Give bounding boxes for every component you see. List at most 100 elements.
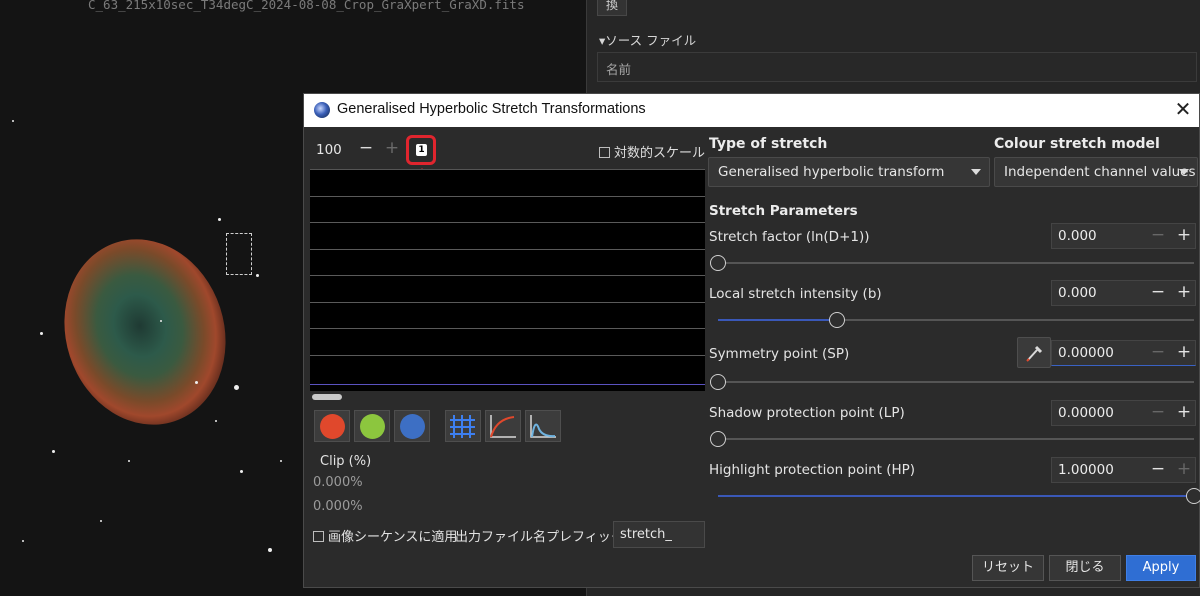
red-channel-button[interactable] <box>314 410 350 442</box>
eyedropper-button[interactable] <box>1017 337 1051 368</box>
stretch-factor-slider[interactable] <box>710 255 1194 271</box>
slider-handle[interactable] <box>710 374 726 390</box>
histogram-toggle-button[interactable] <box>525 410 561 442</box>
image-filename: C_63_215x10sec_T34degC_2024-08-08_Crop_G… <box>88 0 525 12</box>
grid-line <box>310 355 705 356</box>
checkbox-box[interactable] <box>599 147 610 158</box>
grid-line <box>310 249 705 250</box>
star <box>12 120 14 122</box>
shadow-protection-value[interactable]: 0.00000 <box>1058 405 1114 421</box>
star <box>160 320 162 322</box>
histogram-icon <box>530 415 556 438</box>
decrement-button[interactable]: − <box>1149 341 1167 365</box>
local-intensity-spinbox[interactable]: 0.000 − + <box>1051 280 1196 306</box>
file-list-header: 名前 <box>597 52 1197 82</box>
chevron-down-icon <box>1179 169 1189 175</box>
slider-handle[interactable] <box>710 431 726 447</box>
output-prefix-input[interactable]: stretch_ <box>613 521 705 548</box>
green-channel-button[interactable] <box>354 410 390 442</box>
name-column-header[interactable]: 名前 <box>606 59 631 78</box>
reset-button[interactable]: リセット <box>972 555 1044 581</box>
increment-button[interactable]: + <box>1175 281 1193 305</box>
type-of-stretch-value: Generalised hyperbolic transform <box>718 164 945 180</box>
curve-toggle-button[interactable] <box>485 410 521 442</box>
slider-fill <box>718 319 837 321</box>
grid-line <box>310 302 705 303</box>
apply-sequence-checkbox[interactable]: 画像シーケンスに適用 <box>313 526 457 545</box>
log-scale-checkbox[interactable]: 対数的スケール <box>599 142 705 161</box>
symmetry-point-label: Symmetry point (SP) <box>709 346 850 362</box>
increment-button[interactable]: + <box>1175 401 1193 425</box>
star <box>280 460 282 462</box>
stretch-factor-spinbox[interactable]: 0.000 − + <box>1051 223 1196 249</box>
star <box>195 381 198 384</box>
grid-line <box>310 328 705 329</box>
star <box>215 420 217 422</box>
highlight-protection-label: Highlight protection point (HP) <box>709 462 916 478</box>
app-icon <box>314 102 330 118</box>
star <box>268 548 272 552</box>
local-intensity-value[interactable]: 0.000 <box>1058 285 1097 301</box>
colour-model-select[interactable]: Independent channel values <box>994 157 1198 187</box>
source-files-section[interactable]: ▾ソース ファイル <box>599 30 696 49</box>
green-dot-icon <box>360 414 385 439</box>
panel-tab[interactable]: 換 <box>597 0 627 16</box>
highlight-protection-value[interactable]: 1.00000 <box>1058 462 1114 478</box>
symmetry-point-slider[interactable] <box>710 374 1194 390</box>
chevron-down-icon <box>971 169 981 175</box>
histogram-scrollbar[interactable] <box>312 394 342 400</box>
shadow-protection-spinbox[interactable]: 0.00000 − + <box>1051 400 1196 426</box>
local-intensity-slider[interactable] <box>718 312 1194 328</box>
increment-button[interactable]: + <box>1175 458 1193 482</box>
highlight-protection-slider[interactable] <box>718 488 1200 504</box>
red-dot-icon <box>320 414 345 439</box>
apply-sequence-label: 画像シーケンスに適用 <box>328 530 458 545</box>
star <box>100 520 102 522</box>
close-button[interactable]: 閉じる <box>1049 555 1121 581</box>
close-icon[interactable]: ✕ <box>1167 94 1199 127</box>
stretch-parameters-header: Stretch Parameters <box>709 203 858 219</box>
apply-button[interactable]: Apply <box>1126 555 1196 581</box>
histogram-plot[interactable] <box>310 169 705 391</box>
highlight-protection-spinbox[interactable]: 1.00000 − + <box>1051 457 1196 483</box>
ght-dialog: Generalised Hyperbolic Stretch Transform… <box>303 93 1200 588</box>
star <box>52 450 55 453</box>
eyedropper-icon <box>1026 345 1043 362</box>
blue-channel-button[interactable] <box>394 410 430 442</box>
grid-toggle-button[interactable] <box>445 410 481 442</box>
clip-low-value: 0.000% <box>313 475 363 490</box>
histogram-zoom-value[interactable]: 100 <box>316 142 342 158</box>
log-scale-label: 対数的スケール <box>614 146 706 161</box>
colour-model-header: Colour stretch model <box>994 136 1160 152</box>
increment-button[interactable]: + <box>1175 224 1193 248</box>
blue-dot-icon <box>400 414 425 439</box>
checkbox-box[interactable] <box>313 531 324 542</box>
symmetry-point-spinbox[interactable]: 0.00000 − + <box>1051 340 1196 366</box>
grid-line <box>310 275 705 276</box>
slider-handle[interactable] <box>1186 488 1200 504</box>
decrement-button[interactable]: − <box>1149 224 1167 248</box>
star <box>22 540 24 542</box>
slider-fill <box>718 495 1194 497</box>
decrement-button[interactable]: − <box>1149 458 1167 482</box>
curve-icon <box>490 415 516 438</box>
increment-button[interactable]: + <box>1175 341 1193 365</box>
symmetry-point-value[interactable]: 0.00000 <box>1058 345 1114 361</box>
zoom-reset-button[interactable]: 1 <box>416 144 427 156</box>
zoom-in-button[interactable]: + <box>382 138 402 160</box>
selection-rectangle[interactable] <box>226 233 252 275</box>
stretch-factor-label: Stretch factor (ln(D+1)) <box>709 229 870 245</box>
type-of-stretch-select[interactable]: Generalised hyperbolic transform <box>708 157 990 187</box>
grid-line <box>310 196 705 197</box>
shadow-protection-slider[interactable] <box>710 431 1194 447</box>
local-intensity-label: Local stretch intensity (b) <box>709 286 882 302</box>
stretch-factor-value[interactable]: 0.000 <box>1058 228 1097 244</box>
star <box>240 470 243 473</box>
zoom-out-button[interactable]: − <box>356 138 376 160</box>
decrement-button[interactable]: − <box>1149 401 1167 425</box>
slider-handle[interactable] <box>710 255 726 271</box>
decrement-button[interactable]: − <box>1149 281 1167 305</box>
colour-model-value: Independent channel values <box>1004 164 1196 180</box>
slider-handle[interactable] <box>829 312 845 328</box>
grid-icon <box>450 415 475 438</box>
